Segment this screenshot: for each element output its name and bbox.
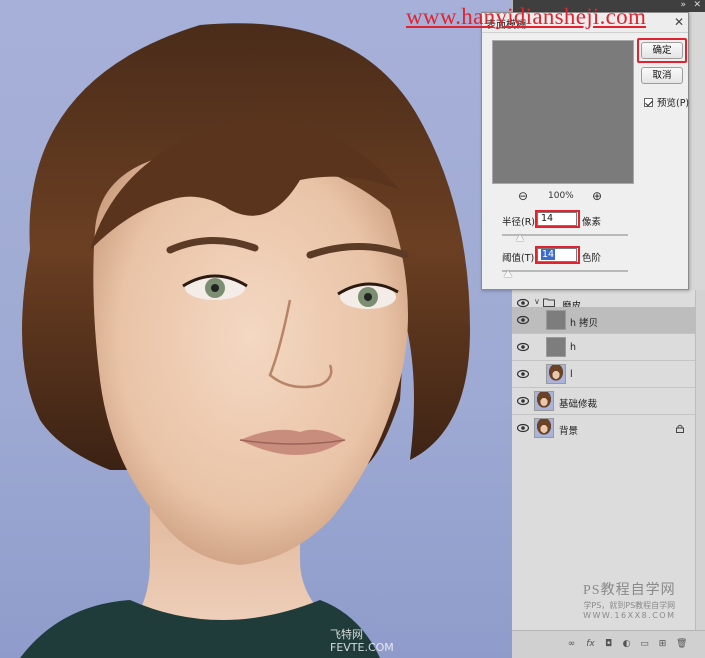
ok-button[interactable]: 确定: [641, 42, 683, 59]
radius-highlight-box: [535, 210, 580, 228]
chevron-down-icon[interactable]: ∨: [534, 297, 540, 306]
layer-name: 基础修裁: [559, 399, 598, 410]
layer-thumbnail: [534, 391, 554, 411]
threshold-slider-thumb[interactable]: [504, 270, 513, 277]
link-icon[interactable]: ∞: [566, 639, 577, 650]
layer-thumbnail: [546, 310, 566, 330]
threshold-unit: 色阶: [582, 253, 602, 264]
layer-row-base-retouch[interactable]: 基础修裁: [512, 388, 695, 415]
layers-footer-toolbar: ∞ fx ◘ ◐ ▭ ⊞ 🗑: [512, 630, 705, 658]
site-url-watermark: www.hanyidiansheji.com: [406, 4, 647, 29]
preview-label: 预览(P): [657, 98, 690, 109]
checkbox-icon[interactable]: [644, 98, 653, 107]
layers-scrollbar[interactable]: [695, 290, 705, 630]
cancel-button[interactable]: 取消: [641, 67, 683, 84]
zoom-in-icon[interactable]: ⊕: [592, 189, 602, 203]
portrait-image: [20, 23, 470, 658]
zoom-controls: ⊖ 100% ⊕: [482, 189, 642, 205]
layer-row-h-copy[interactable]: h 拷贝: [512, 307, 695, 334]
eye-icon[interactable]: [517, 369, 529, 379]
eye-icon[interactable]: [517, 342, 529, 352]
radius-label: 半径(R):: [502, 217, 539, 228]
trash-icon[interactable]: 🗑: [676, 639, 687, 650]
photo-watermark-en: FEVTE.COM: [330, 641, 394, 654]
panel-close-icon[interactable]: ✕: [693, 0, 701, 10]
eye-icon[interactable]: [517, 315, 529, 325]
mask-icon[interactable]: ◘: [603, 639, 614, 650]
new-layer-icon[interactable]: ⊞: [657, 639, 668, 650]
radius-unit: 像素: [582, 217, 602, 228]
layer-thumbnail: [546, 364, 566, 384]
adjustment-icon[interactable]: ◐: [621, 639, 632, 650]
panel-watermark: PS教程自学网 学PS，就到PS教程自学网 WWW.16XX8.COM: [583, 579, 676, 620]
zoom-level: 100%: [548, 191, 574, 201]
threshold-highlight-box: [535, 246, 580, 264]
threshold-slider-track[interactable]: [502, 270, 628, 272]
layer-thumbnail: [534, 418, 554, 438]
photo-watermark-cn: 飞特网: [330, 628, 363, 641]
eye-icon[interactable]: [517, 396, 529, 406]
layer-name: h: [570, 342, 577, 353]
canvas-photo: 飞特网 FEVTE.COM: [0, 0, 512, 658]
threshold-label: 阈值(T):: [502, 253, 538, 264]
surface-blur-dialog: 表面模糊 ✕ ⊖ 100% ⊕ 确定 取消 预览(P) 半径(R): 14 像素…: [481, 12, 689, 290]
close-icon[interactable]: ✕: [674, 15, 684, 29]
lock-icon: [676, 424, 684, 433]
layer-thumbnail: [546, 337, 566, 357]
layer-name: h 拷贝: [570, 318, 599, 329]
fx-icon[interactable]: fx: [585, 639, 596, 650]
watermark-line-1: PS教程自学网: [583, 583, 676, 598]
folder-icon: [543, 298, 555, 307]
radius-slider-thumb[interactable]: [515, 234, 524, 241]
layer-name: l: [570, 369, 573, 380]
zoom-out-icon[interactable]: ⊖: [518, 189, 528, 203]
group-icon[interactable]: ▭: [639, 639, 650, 650]
collapse-panel-icon[interactable]: »: [680, 0, 686, 10]
layer-row-h[interactable]: h: [512, 334, 695, 361]
eye-icon[interactable]: [517, 423, 529, 433]
preview-checkbox[interactable]: 预览(P): [644, 95, 689, 109]
layer-row-background[interactable]: 背景: [512, 415, 695, 442]
layer-row-l[interactable]: l: [512, 361, 695, 388]
preview-area[interactable]: [492, 40, 634, 184]
layer-name: 背景: [559, 426, 579, 437]
watermark-line-3: WWW.16XX8.COM: [583, 611, 676, 620]
watermark-line-2: 学PS，就到PS教程自学网: [583, 601, 676, 610]
